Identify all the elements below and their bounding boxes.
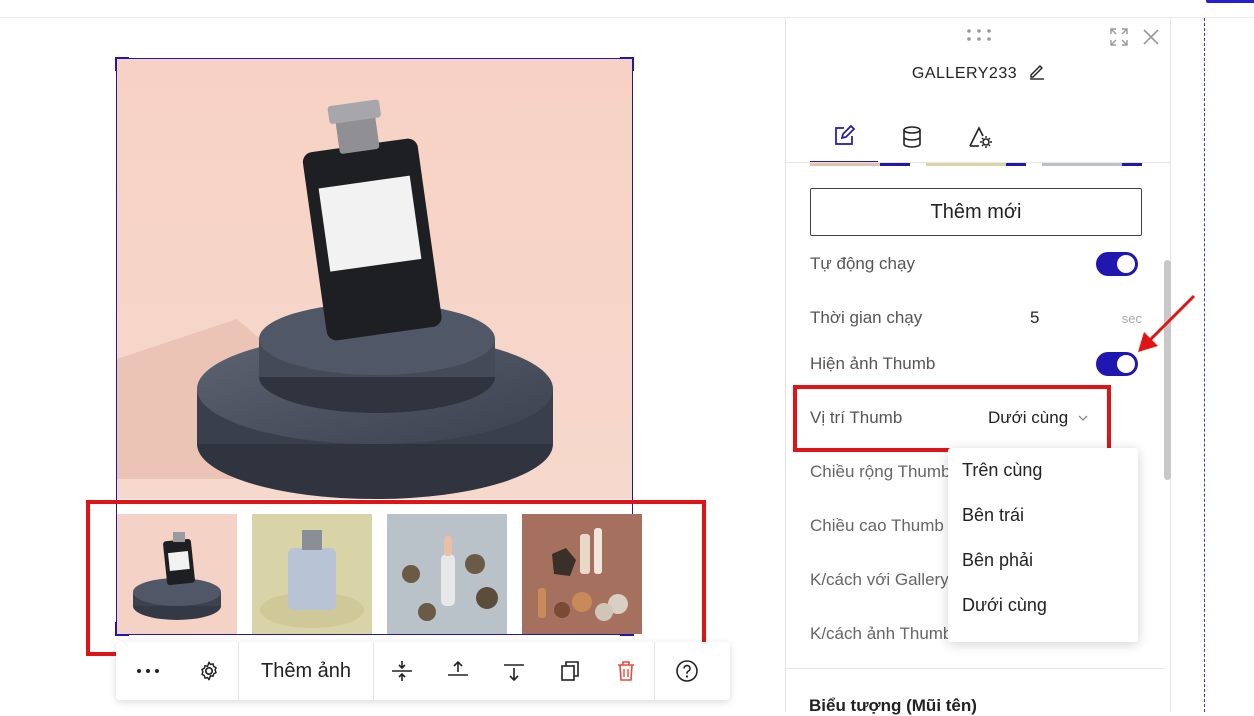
align-bottom-button[interactable] — [486, 642, 542, 700]
thumb-width-label: Chiều rộng Thumb — [810, 462, 951, 481]
panel-window-controls — [1110, 28, 1160, 46]
thumb-position-row: Vị trí Thumb Dưới cùng — [810, 406, 1142, 430]
align-bottom-icon — [504, 664, 525, 682]
copy-icon — [561, 661, 579, 681]
image-list-peek — [810, 163, 910, 166]
toggle-knob — [1117, 355, 1135, 373]
add-image-button[interactable]: Thêm ảnh — [239, 642, 373, 700]
help-icon — [676, 660, 698, 682]
autoplay-toggle[interactable] — [1096, 252, 1138, 276]
thumb-spacing-label: K/cách ảnh Thumb — [810, 624, 953, 643]
tab-design[interactable] — [810, 110, 878, 164]
autoplay-label: Tự động chạy — [810, 254, 915, 273]
show-thumb-row: Hiện ảnh Thumb — [810, 352, 1142, 376]
show-thumb-label: Hiện ảnh Thumb — [810, 354, 936, 373]
panel-scrollbar[interactable] — [1164, 260, 1171, 480]
thumb-height-label: Chiều cao Thumb — [810, 516, 944, 535]
gallery-main-image[interactable] — [117, 59, 632, 499]
dropdown-option-right[interactable]: Bên phải — [962, 550, 1033, 571]
delete-button[interactable] — [598, 642, 654, 700]
thumbnail-2[interactable] — [252, 514, 372, 634]
align-top-icon — [448, 660, 469, 676]
drag-handle-icon[interactable] — [966, 28, 992, 42]
dropdown-option-top[interactable]: Trên cùng — [962, 460, 1042, 481]
align-top-button[interactable] — [430, 642, 486, 700]
tab-data[interactable] — [878, 110, 946, 164]
section-divider — [785, 668, 1165, 669]
edit-name-icon[interactable] — [1028, 62, 1046, 80]
thumb-position-dropdown: Trên cùng Bên trái Bên phải Dưới cùng — [948, 448, 1138, 642]
add-new-button[interactable]: Thêm mới — [810, 188, 1142, 236]
thumbnail-1[interactable] — [117, 514, 237, 634]
align-vertical-center-icon — [392, 661, 413, 681]
expand-icon[interactable] — [1110, 28, 1128, 46]
gallery-element[interactable] — [115, 57, 642, 636]
arrows-section-title: Biểu tượng (Mũi tên) — [809, 696, 977, 715]
settings-button[interactable] — [180, 642, 238, 700]
element-toolbar: Thêm ảnh — [116, 642, 730, 700]
show-thumb-toggle[interactable] — [1096, 352, 1138, 376]
style-settings-icon — [969, 126, 992, 148]
gallery-spacing-label: K/cách với Gallery — [810, 570, 949, 589]
duplicate-button[interactable] — [542, 642, 598, 700]
top-bar — [0, 0, 1254, 18]
autoplay-row: Tự động chạy — [810, 252, 1142, 276]
toggle-knob — [1117, 255, 1135, 273]
trash-icon — [618, 661, 635, 681]
image-list-peek — [1042, 163, 1142, 166]
duration-unit: sec — [1121, 310, 1142, 326]
thumbnail-4[interactable] — [522, 514, 642, 634]
tab-advanced[interactable] — [946, 110, 1014, 164]
gear-icon — [201, 661, 217, 681]
image-list-peek — [926, 163, 1026, 166]
help-button[interactable] — [655, 642, 719, 700]
chevron-down-icon — [1078, 415, 1088, 421]
thumb-position-value: Dưới cùng — [988, 408, 1069, 427]
more-options-button[interactable] — [116, 642, 180, 700]
gallery-thumbnails — [117, 514, 642, 634]
top-bar-accent — [1206, 0, 1254, 3]
close-icon[interactable] — [1142, 28, 1160, 46]
thumbnail-3[interactable] — [387, 514, 507, 634]
element-name: GALLERY233 — [911, 65, 1018, 82]
edit-icon — [835, 124, 856, 145]
thumb-position-label: Vị trí Thumb — [810, 408, 903, 427]
more-icon — [137, 669, 159, 673]
duration-input[interactable]: 5 — [1030, 308, 1039, 328]
database-icon — [903, 126, 921, 148]
duration-label: Thời gian chạy — [810, 308, 923, 327]
panel-title: GALLERY233 — [786, 62, 1170, 83]
canvas-guide-line — [1204, 18, 1205, 712]
dropdown-option-left[interactable]: Bên trái — [962, 505, 1024, 526]
dropdown-option-bottom[interactable]: Dưới cùng — [962, 595, 1047, 616]
duration-row: Thời gian chạy 5 sec — [810, 306, 1142, 330]
thumb-position-select[interactable]: Dưới cùng — [988, 408, 1088, 428]
panel-tabs — [810, 110, 1014, 164]
align-middle-button[interactable] — [374, 642, 430, 700]
